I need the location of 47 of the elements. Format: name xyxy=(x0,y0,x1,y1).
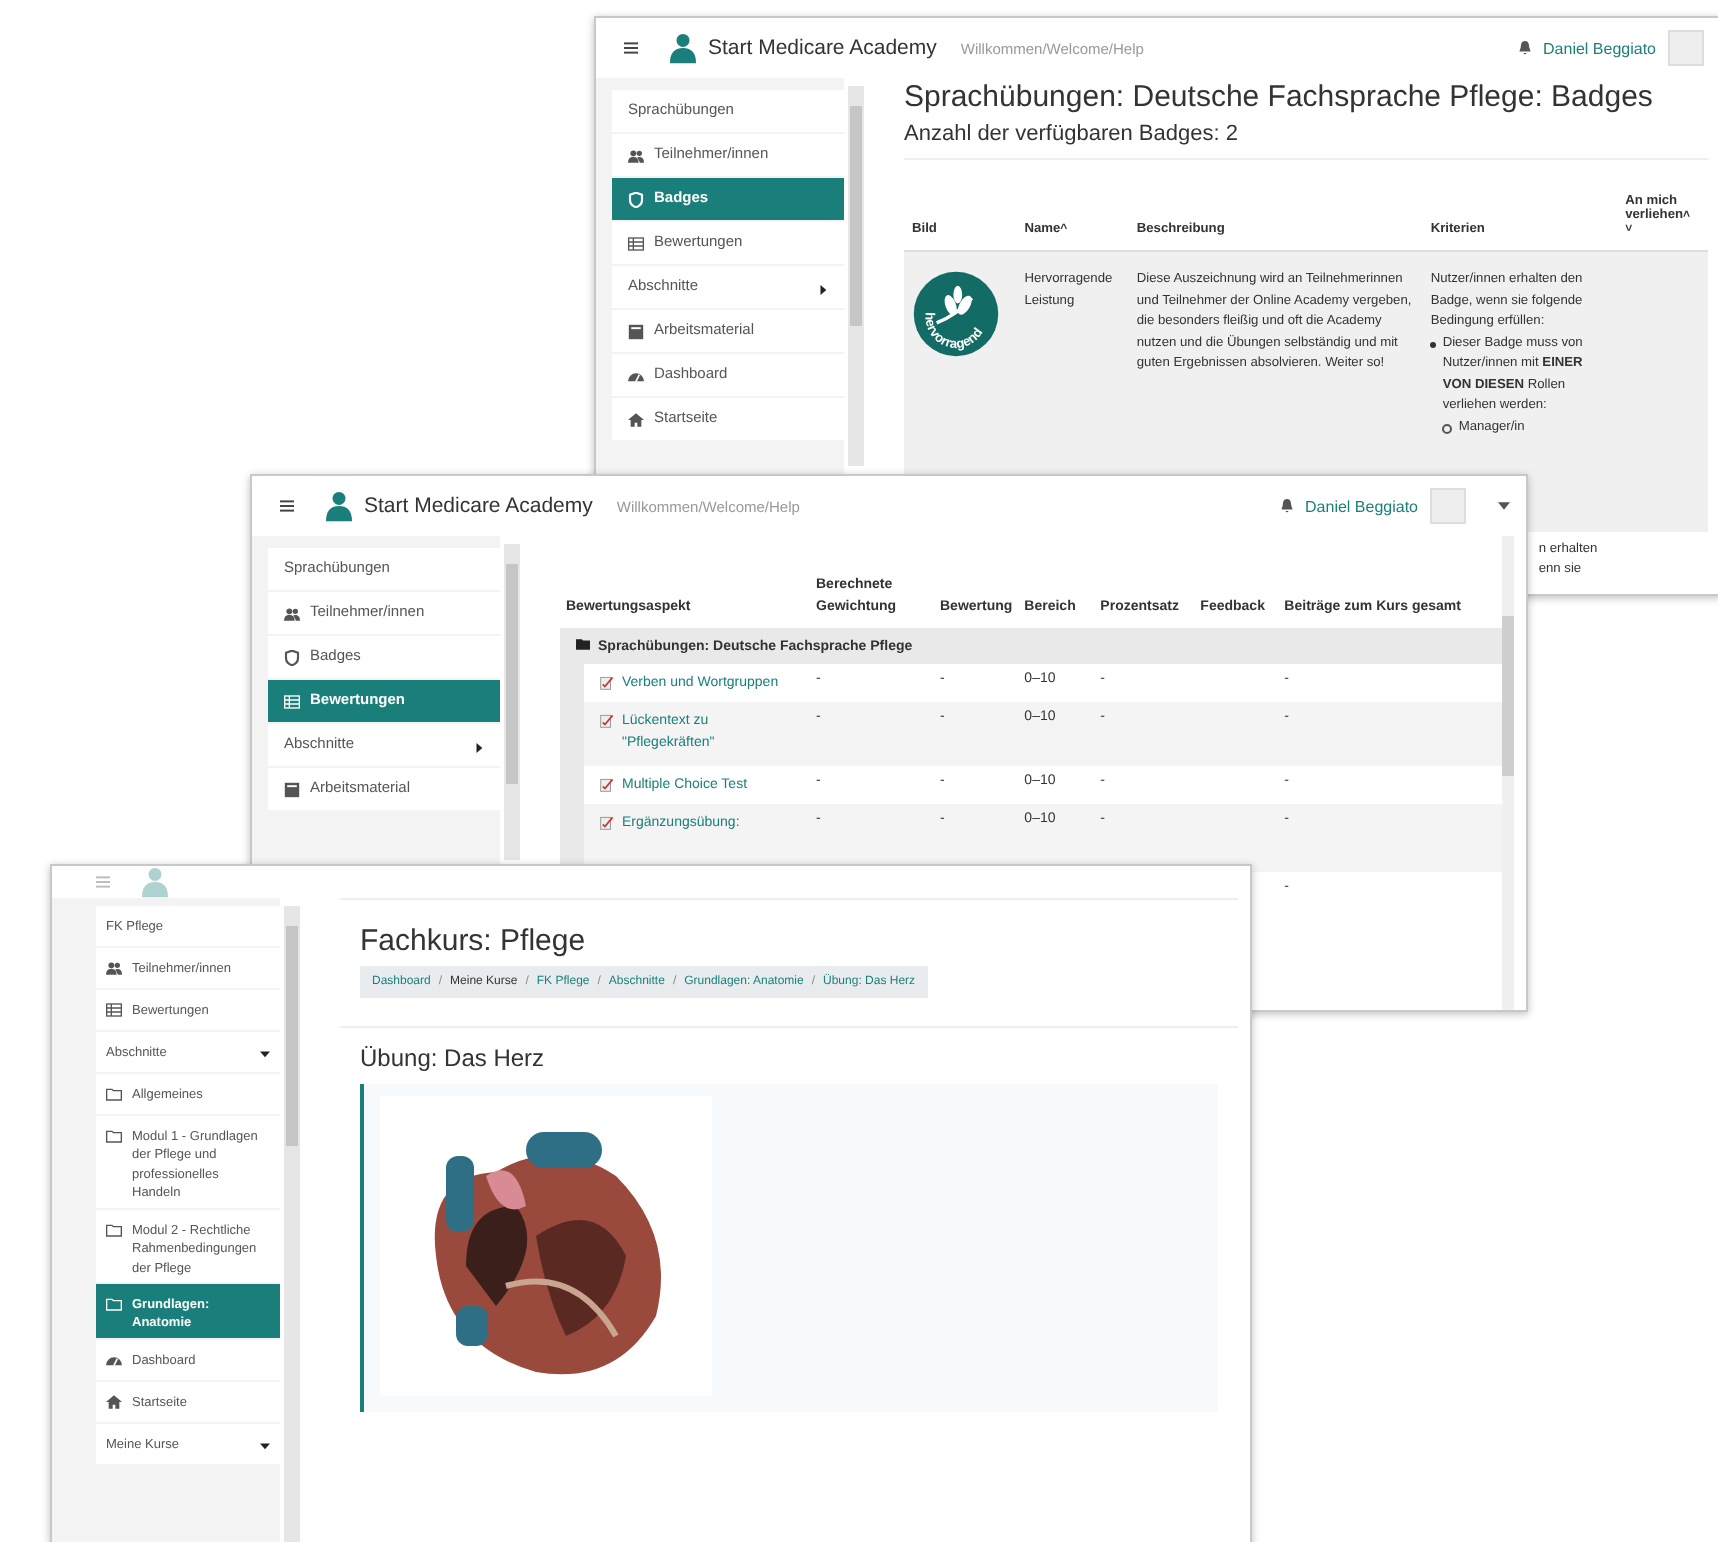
people-icon xyxy=(106,960,122,976)
folder-icon xyxy=(106,1295,122,1312)
user-name[interactable]: Daniel Beggiato xyxy=(1305,497,1418,515)
folder-icon xyxy=(576,638,590,650)
menu-icon[interactable] xyxy=(624,42,638,54)
bell-icon[interactable] xyxy=(1279,498,1294,514)
bullet-icon xyxy=(1430,341,1437,348)
quiz-icon xyxy=(600,778,614,793)
page-title: Sprachübungen: Deutsche Fachsprache Pflege: Badges xyxy=(904,80,1655,114)
box-icon xyxy=(628,323,644,339)
table-icon xyxy=(284,693,300,709)
avatar[interactable] xyxy=(1668,30,1704,66)
person-icon xyxy=(142,866,168,898)
shield-icon xyxy=(628,191,644,207)
table-icon xyxy=(106,1002,122,1018)
gauge-icon xyxy=(106,1351,122,1368)
folder-icon xyxy=(106,1086,122,1102)
box-icon xyxy=(284,781,300,797)
shield-icon xyxy=(284,649,300,665)
person-icon xyxy=(670,32,696,64)
quiz-icon xyxy=(600,816,614,831)
scrollbar[interactable] xyxy=(1502,536,1514,1010)
folder-icon xyxy=(106,1128,122,1144)
site-title[interactable]: Start Medicare Academy xyxy=(708,36,937,60)
bullet-icon xyxy=(1442,424,1453,435)
people-icon xyxy=(628,147,644,163)
site-title[interactable]: Start Medicare Academy xyxy=(364,494,593,518)
avatar[interactable] xyxy=(1430,488,1466,524)
folder-icon xyxy=(106,1221,122,1238)
quiz-icon xyxy=(600,714,614,729)
quiz-icon xyxy=(600,676,614,690)
section-title: Übung: Das Herz xyxy=(360,1044,547,1072)
home-icon xyxy=(106,1393,122,1410)
caret-icon[interactable] xyxy=(1498,502,1510,510)
user-name[interactable]: Daniel Beggiato xyxy=(1543,39,1656,57)
page-subtitle: Anzahl der verfügbaren Badges: 2 xyxy=(904,122,1240,146)
scrollbar[interactable] xyxy=(504,544,520,860)
people-icon xyxy=(284,605,300,621)
person-icon xyxy=(326,490,352,522)
scrollbar[interactable] xyxy=(284,906,300,1542)
home-icon xyxy=(628,411,644,427)
scrollbar[interactable] xyxy=(848,86,864,466)
gauge-icon xyxy=(628,367,644,383)
table-icon xyxy=(628,235,644,251)
menu-icon[interactable] xyxy=(280,500,294,512)
bell-icon[interactable] xyxy=(1517,40,1532,56)
page-title: Fachkurs: Pflege xyxy=(360,924,588,958)
